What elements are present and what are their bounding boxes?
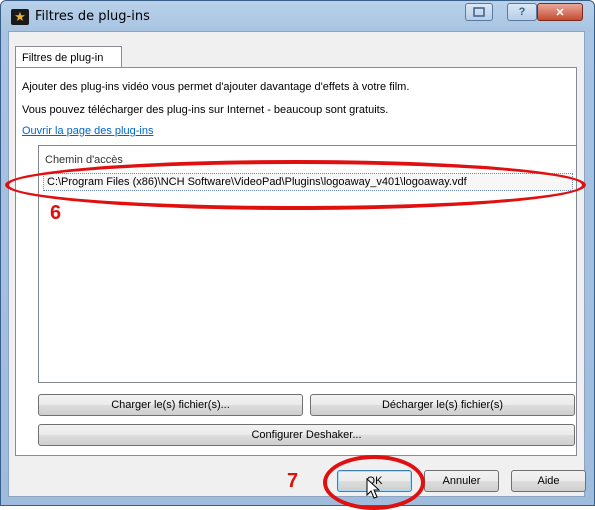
- help-title-button[interactable]: ?: [507, 3, 537, 21]
- minimize-button[interactable]: [465, 3, 493, 21]
- tab-plugin-filters[interactable]: Filtres de plug-in: [15, 46, 122, 68]
- question-icon: ?: [518, 6, 526, 18]
- window-restore-icon: [473, 7, 485, 17]
- annotation-step-6: 6: [50, 202, 62, 224]
- load-files-button[interactable]: Charger le(s) fichier(s)...: [38, 394, 303, 416]
- cancel-button[interactable]: Annuler: [424, 470, 499, 492]
- list-column-header[interactable]: Chemin d'accès: [45, 154, 123, 166]
- star-app-icon: ★: [11, 9, 29, 25]
- open-plugins-page-link[interactable]: Ouvrir la page des plug-ins: [22, 125, 153, 137]
- configure-deshaker-button[interactable]: Configurer Deshaker...: [38, 424, 575, 446]
- unload-files-button[interactable]: Décharger le(s) fichier(s): [310, 394, 575, 416]
- help-button[interactable]: Aide: [511, 470, 586, 492]
- window-title: Filtres de plug-ins: [35, 9, 150, 24]
- close-icon: ✕: [555, 6, 565, 19]
- mouse-pointer-icon: [366, 478, 380, 499]
- annotation-step-7: 7: [287, 470, 299, 492]
- close-button[interactable]: ✕: [537, 3, 583, 21]
- description-line-2: Vous pouvez télécharger des plug-ins sur…: [22, 104, 389, 116]
- plugin-list[interactable]: Chemin d'accès C:\Program Files (x86)\NC…: [38, 145, 577, 383]
- description-line-1: Ajouter des plug-ins vidéo vous permet d…: [22, 81, 410, 93]
- list-item[interactable]: C:\Program Files (x86)\NCH Software\Vide…: [43, 173, 573, 191]
- title-bar[interactable]: ★ Filtres de plug-ins ? ✕: [1, 1, 594, 33]
